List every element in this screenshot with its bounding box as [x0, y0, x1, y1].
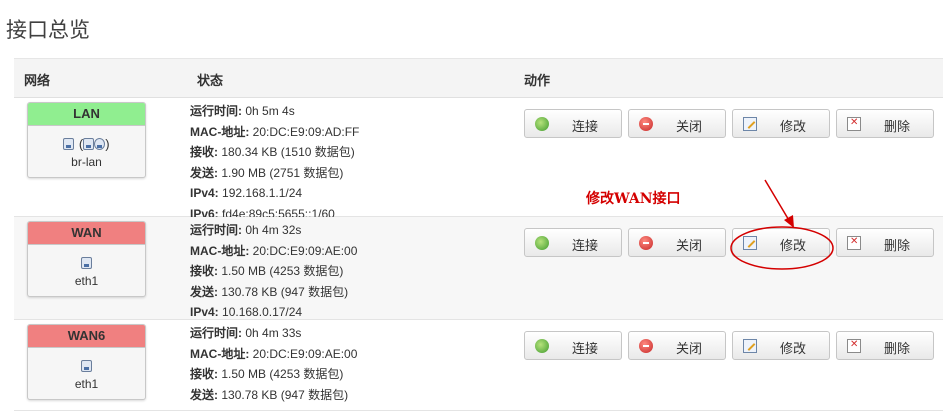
edit-button-lan[interactable]: 修改: [732, 109, 830, 138]
network-port-icon: [83, 137, 95, 150]
status-line: 发送: 130.78 KB (947 数据包): [190, 387, 349, 402]
header-network: 网络: [24, 73, 51, 88]
stop-icon: [639, 339, 653, 353]
interface-badge-wan: WAN eth1: [27, 221, 146, 297]
network-port-icon: [63, 137, 75, 150]
stop-icon: [639, 117, 653, 131]
interface-name: WAN6: [28, 325, 145, 348]
interface-status: 运行时间: 0h 4m 33s MAC-地址: 20:DC:E9:09:AE:0…: [190, 323, 357, 405]
status-line: 发送: 1.90 MB (2751 数据包): [190, 165, 344, 180]
status-line: MAC-地址: 20:DC:E9:09:AE:00: [190, 243, 358, 258]
close-button-wan6[interactable]: 关闭: [628, 331, 726, 360]
stop-icon: [639, 236, 653, 250]
status-line: 接收: 1.50 MB (4253 数据包): [190, 367, 344, 382]
close-button-wan[interactable]: 关闭: [628, 228, 726, 257]
table-header: 网络 状态 动作: [14, 58, 943, 98]
delete-icon: [847, 339, 861, 353]
status-line: 运行时间: 0h 4m 33s: [190, 326, 302, 340]
edit-icon: [743, 339, 757, 353]
network-port-icon: [81, 359, 92, 372]
wireless-icon: [94, 137, 106, 150]
status-line: 接收: 180.34 KB (1510 数据包): [190, 145, 355, 160]
annotation-label: 修改WAN接口: [586, 191, 681, 207]
interface-badge-lan: LAN () br-lan: [27, 102, 146, 178]
edit-icon: [743, 236, 757, 250]
bridge-icon: (): [28, 135, 145, 151]
delete-icon: [847, 236, 861, 250]
interface-table: 网络 状态 动作 LAN () br-lan 运行时间: 0h 5m 4s MA…: [14, 58, 943, 411]
interface-badge-wan6: WAN6 eth1: [27, 324, 146, 400]
page-title: 接口总览: [6, 18, 90, 42]
delete-icon: [847, 117, 861, 131]
interface-status: 运行时间: 0h 5m 4s MAC-地址: 20:DC:E9:09:AD:FF…: [190, 101, 359, 225]
status-line: 接收: 1.50 MB (4253 数据包): [190, 264, 344, 279]
interface-device: br-lan: [71, 155, 102, 169]
delete-button-wan[interactable]: 删除: [836, 228, 934, 257]
header-actions: 动作: [524, 73, 551, 88]
interface-device: eth1: [74, 377, 99, 391]
table-row-wan6: WAN6 eth1 运行时间: 0h 4m 33s MAC-地址: 20:DC:…: [14, 320, 943, 411]
close-button-lan[interactable]: 关闭: [628, 109, 726, 138]
status-line: IPv4: 192.168.1.1/24: [190, 186, 303, 201]
interface-device: eth1: [74, 274, 99, 288]
network-port-icon: [81, 256, 92, 269]
refresh-icon: [535, 339, 549, 353]
connect-button-wan6[interactable]: 连接: [524, 331, 622, 360]
edit-icon: [743, 117, 757, 131]
header-status: 状态: [197, 73, 224, 88]
interface-name: LAN: [28, 103, 145, 126]
delete-button-wan6[interactable]: 删除: [836, 331, 934, 360]
edit-button-wan[interactable]: 修改: [732, 228, 830, 257]
connect-button-lan[interactable]: 连接: [524, 109, 622, 138]
status-line: 运行时间: 0h 5m 4s: [190, 104, 295, 118]
delete-button-lan[interactable]: 删除: [836, 109, 934, 138]
edit-button-wan6[interactable]: 修改: [732, 331, 830, 360]
table-row-wan: WAN eth1 运行时间: 0h 4m 32s MAC-地址: 20:DC:E…: [14, 217, 943, 320]
refresh-icon: [535, 117, 549, 131]
status-line: MAC-地址: 20:DC:E9:09:AE:00: [190, 346, 358, 361]
interface-status: 运行时间: 0h 4m 32s MAC-地址: 20:DC:E9:09:AE:0…: [190, 220, 357, 323]
refresh-icon: [535, 236, 549, 250]
interface-name: WAN: [28, 222, 145, 245]
connect-button-wan[interactable]: 连接: [524, 228, 622, 257]
table-row-lan: LAN () br-lan 运行时间: 0h 5m 4s MAC-地址: 20:…: [14, 98, 943, 221]
status-line: 运行时间: 0h 4m 32s: [190, 223, 302, 237]
status-line: 发送: 130.78 KB (947 数据包): [190, 284, 349, 299]
status-line: MAC-地址: 20:DC:E9:09:AD:FF: [190, 124, 360, 139]
